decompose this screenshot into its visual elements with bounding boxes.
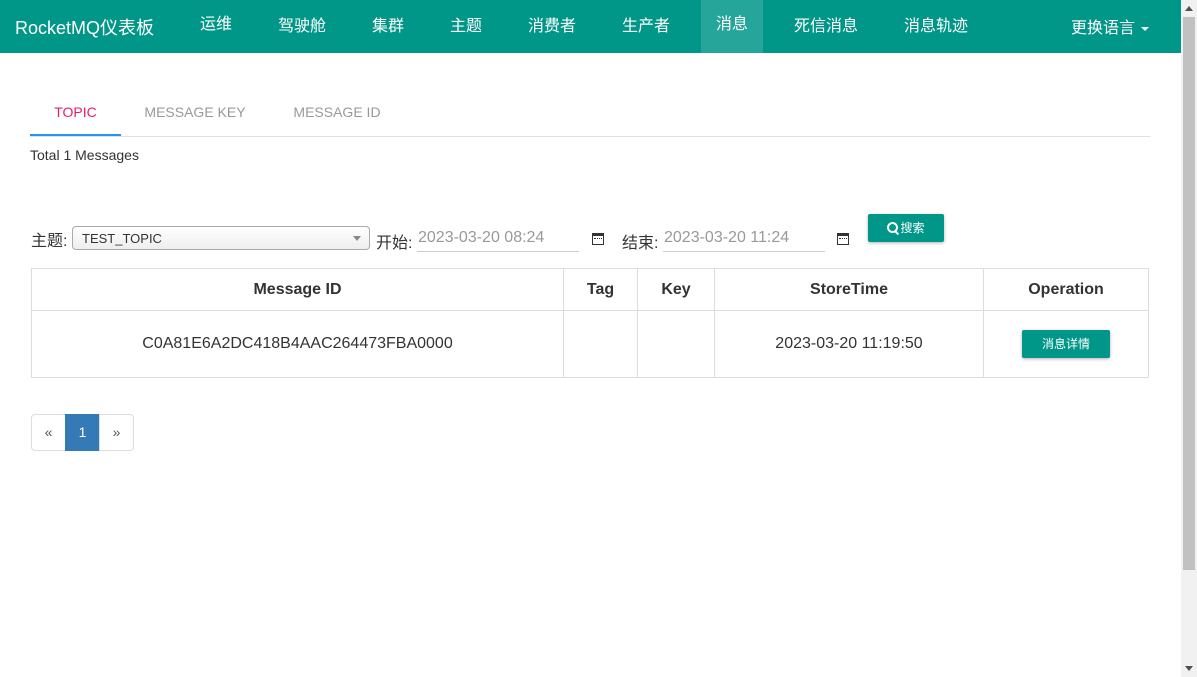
top-navbar: RocketMQ仪表板 运维 驾驶舱 集群 主题 消费者 生产者 消息 死信消息…	[0, 0, 1181, 53]
table-header-row: Message ID Tag Key StoreTime Operation	[31, 268, 1149, 311]
column-header-operation: Operation	[983, 268, 1149, 311]
topic-select[interactable]: TEST_TOPIC	[72, 226, 370, 250]
message-detail-button[interactable]: 消息详情	[1022, 330, 1110, 358]
scrollbar-thumb[interactable]	[1183, 17, 1195, 570]
topic-select-value: TEST_TOPIC	[82, 231, 162, 246]
nav-cluster[interactable]: 集群	[363, 0, 413, 53]
nav-ops[interactable]: 运维	[191, 0, 241, 53]
nav-dead-letter[interactable]: 死信消息	[784, 0, 868, 53]
message-table: Message ID Tag Key StoreTime Operation C…	[31, 268, 1149, 378]
caret-down-icon	[1141, 26, 1150, 31]
nav-dashboard[interactable]: 驾驶舱	[268, 0, 336, 53]
tab-topic[interactable]: TOPIC	[30, 90, 121, 136]
page-current[interactable]: 1	[65, 414, 100, 451]
tab-message-key[interactable]: MESSAGE KEY	[136, 90, 254, 134]
column-header-message-id: Message ID	[31, 268, 564, 311]
start-time-input[interactable]	[417, 224, 579, 252]
column-header-store-time: StoreTime	[714, 268, 984, 311]
cell-key	[637, 310, 715, 378]
page-prev[interactable]: «	[31, 414, 66, 451]
scroll-up-icon[interactable]	[1181, 0, 1197, 16]
column-header-tag: Tag	[563, 268, 638, 311]
nav-consumer[interactable]: 消费者	[518, 0, 586, 53]
column-header-key: Key	[637, 268, 715, 311]
cell-store-time: 2023-03-20 11:19:50	[714, 310, 984, 378]
page-next[interactable]: »	[99, 414, 134, 451]
search-button[interactable]: 搜索	[868, 214, 944, 242]
end-time-input[interactable]	[663, 224, 825, 252]
scroll-down-icon[interactable]	[1181, 661, 1197, 677]
tab-message-id[interactable]: MESSAGE ID	[281, 90, 393, 134]
nav-message[interactable]: 消息	[701, 0, 763, 53]
table-row: C0A81E6A2DC418B4AAC264473FBA0000 2023-03…	[31, 310, 1149, 378]
nav-topic[interactable]: 主题	[441, 0, 491, 53]
topic-label: 主题:	[31, 233, 68, 250]
cell-operation: 消息详情	[983, 310, 1149, 378]
total-messages: Total 1 Messages	[30, 147, 139, 163]
search-button-label: 搜索	[900, 221, 925, 235]
nav-message-trace[interactable]: 消息轨迹	[894, 0, 978, 53]
search-mode-tabs: TOPIC MESSAGE KEY MESSAGE ID	[30, 90, 1150, 137]
calendar-icon[interactable]	[592, 233, 604, 245]
cell-tag	[563, 310, 638, 378]
cell-message-id: C0A81E6A2DC418B4AAC264473FBA0000	[31, 310, 564, 378]
pagination: « 1 »	[31, 414, 134, 451]
search-icon	[887, 222, 899, 233]
language-dropdown[interactable]: 更换语言	[1071, 14, 1150, 38]
end-label: 结束:	[622, 235, 659, 252]
chevron-down-icon	[353, 236, 361, 241]
language-label: 更换语言	[1071, 20, 1136, 37]
brand-title[interactable]: RocketMQ仪表板	[15, 14, 154, 40]
start-label: 开始:	[376, 235, 413, 252]
nav-producer[interactable]: 生产者	[612, 0, 680, 53]
vertical-scrollbar[interactable]	[1181, 0, 1197, 677]
calendar-icon[interactable]	[837, 233, 849, 245]
